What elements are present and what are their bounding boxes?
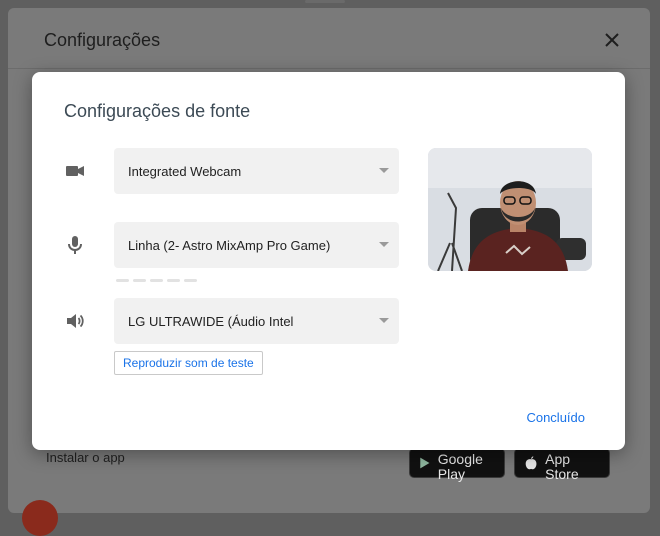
source-settings-dialog: Configurações de fonte Integrated Webcam… bbox=[32, 72, 625, 450]
google-play-badge[interactable]: DISPONÍVEL NO Google Play bbox=[409, 444, 505, 482]
dialog-title: Configurações de fonte bbox=[64, 101, 251, 121]
background-top-hint bbox=[305, 0, 345, 3]
google-play-icon bbox=[420, 457, 430, 469]
chevron-down-icon bbox=[379, 168, 389, 173]
camera-preview bbox=[428, 148, 592, 271]
app-store-text: App Store bbox=[545, 451, 579, 482]
chevron-down-icon bbox=[379, 318, 389, 323]
speaker-select-value: LG ULTRAWIDE (Áudio Intel bbox=[128, 313, 294, 329]
app-store-badge[interactable]: Baixar na App Store bbox=[514, 444, 610, 482]
test-sound-button[interactable]: Reproduzir som de teste bbox=[114, 351, 263, 375]
google-play-text: Google Play bbox=[437, 451, 483, 482]
microphone-select-value: Linha (2- Astro MixAmp Pro Game) bbox=[128, 237, 331, 253]
microphone-select[interactable]: Linha (2- Astro MixAmp Pro Game) bbox=[114, 222, 399, 268]
settings-dialog-title: Configurações bbox=[44, 30, 161, 50]
install-app-label: Instalar o app bbox=[46, 450, 125, 465]
camera-select-value: Integrated Webcam bbox=[128, 163, 242, 179]
done-button[interactable]: Concluído bbox=[526, 410, 585, 425]
avatar bbox=[22, 500, 58, 536]
apple-icon bbox=[525, 456, 537, 470]
divider bbox=[8, 68, 650, 69]
microphone-icon bbox=[64, 234, 86, 256]
video-camera-icon bbox=[64, 160, 86, 182]
microphone-level-meter bbox=[116, 279, 197, 282]
close-icon[interactable] bbox=[600, 28, 624, 52]
camera-select[interactable]: Integrated Webcam bbox=[114, 148, 399, 194]
chevron-down-icon bbox=[379, 242, 389, 247]
speaker-select[interactable]: LG ULTRAWIDE (Áudio Intel bbox=[114, 298, 399, 344]
speaker-icon bbox=[64, 310, 86, 332]
